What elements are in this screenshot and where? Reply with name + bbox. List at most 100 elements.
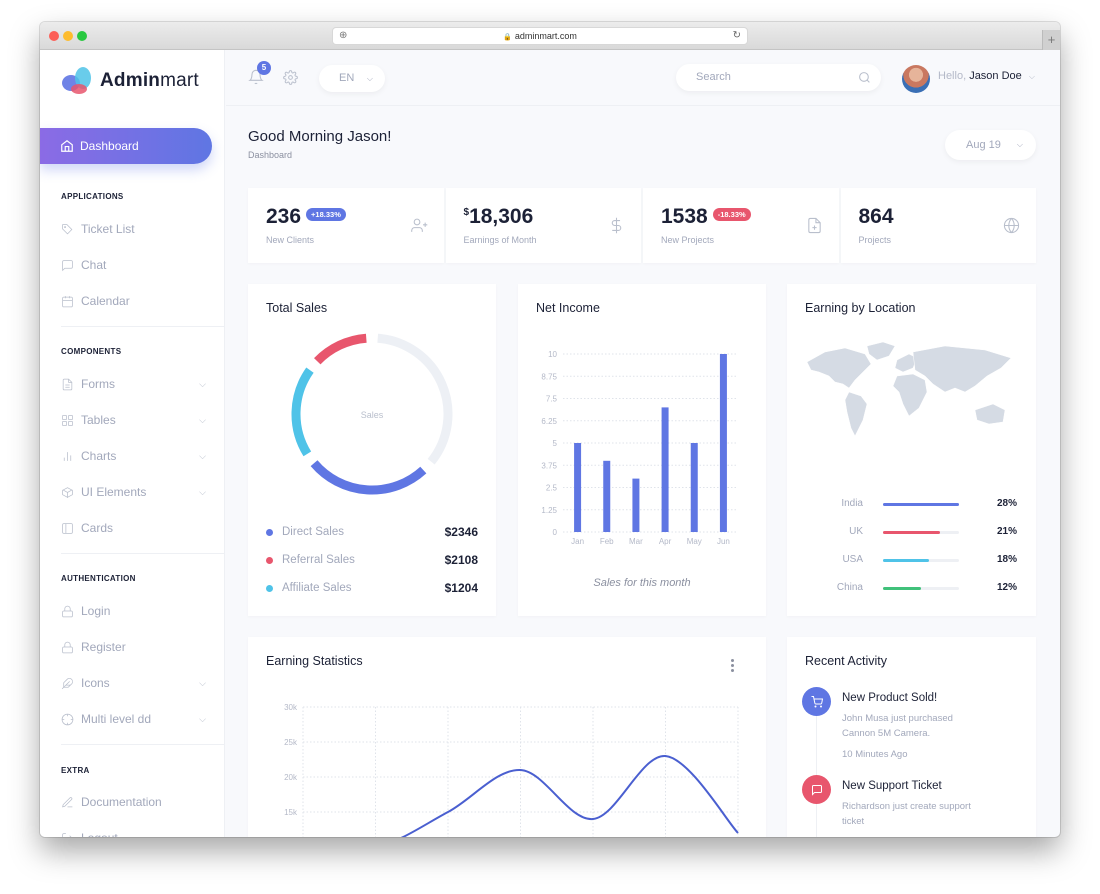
date-filter-select[interactable]: Aug 19 ⌵ [945, 130, 1036, 160]
sidebar-item-calendar[interactable]: Calendar [61, 294, 206, 308]
legend-item-affiliate-sales: Affiliate Sales $1204 [266, 581, 478, 595]
search-icon[interactable] [858, 71, 871, 84]
location-row-india: India 28% [841, 498, 1017, 509]
search-input[interactable]: Search [676, 64, 881, 91]
progress-fill [883, 503, 959, 506]
brand-logo[interactable]: Adminmart [60, 66, 199, 96]
sidebar-item-cards[interactable]: Cards [61, 521, 206, 535]
sidebar-item-forms[interactable]: Forms ⌵ [61, 377, 206, 391]
sidebar-item-charts[interactable]: Charts ⌵ [61, 449, 206, 463]
avatar[interactable] [902, 65, 930, 93]
y-tick-label: 30k [284, 703, 298, 712]
sidebar-item-login[interactable]: Login [61, 604, 206, 618]
gear-icon[interactable] [283, 70, 298, 85]
bar-jun[interactable] [719, 354, 727, 532]
x-tick-label: Jun [717, 537, 730, 546]
stat-value: 864 [858, 205, 894, 228]
close-window-button[interactable] [49, 31, 59, 41]
change-badge: -18.33% [712, 207, 751, 221]
minimize-window-button[interactable] [63, 31, 73, 41]
sidebar-item-multi-level-dd[interactable]: Multi level dd ⌵ [61, 712, 206, 726]
message-square-icon [811, 784, 822, 796]
edit-icon [62, 796, 73, 807]
activity-description: Richardson just create support ticket [842, 801, 971, 827]
chevron-down-icon: ⌵ [199, 714, 206, 724]
stat-card-new-clients: 236 +18.33% New Clients [248, 188, 444, 263]
sidebar-item-chat[interactable]: Chat [61, 258, 206, 272]
chevron-down-icon: ⌵ [199, 379, 206, 389]
sidebar-item-tables[interactable]: Tables ⌵ [61, 413, 206, 427]
stat-label: New Clients [266, 235, 315, 245]
sidebar-item-documentation[interactable]: Documentation [61, 795, 206, 809]
address-bar[interactable]: ⊕ 🔒 adminmart.com ↻ [332, 27, 748, 45]
sidebar-item-icons[interactable]: Icons ⌵ [61, 676, 206, 690]
stat-value: 1538 -18.33% [661, 205, 751, 229]
sidebar-item-label: Charts [81, 449, 117, 463]
new-tab-button[interactable]: + [1042, 30, 1060, 50]
donut-segment-remaining[interactable] [377, 333, 453, 465]
activity-icon-circle [802, 775, 831, 804]
sidebar-icon [62, 522, 73, 534]
stats-row: 236 +18.33% New Clients $18,306 Earnings … [248, 188, 1036, 263]
earning-statistics-line-chart: 10k15k20k25k30k [284, 703, 739, 837]
breadcrumb[interactable]: Dashboard [248, 150, 292, 160]
location-row-usa: USA 18% [842, 554, 1017, 565]
sidebar-item-ui-elements[interactable]: UI Elements ⌵ [61, 485, 206, 499]
sidebar-item-dashboard[interactable]: Dashboard [40, 128, 212, 164]
calendar-icon [62, 295, 73, 307]
sidebar-item-ticket-list[interactable]: Ticket List [61, 222, 206, 236]
greenland [866, 341, 896, 361]
bar-jan[interactable] [574, 443, 582, 532]
search-placeholder: Search [696, 71, 731, 83]
user-menu[interactable]: Hello, Jason Doe ⌵ [938, 70, 1035, 82]
donut-segment-affiliate-sales[interactable] [291, 367, 314, 457]
y-tick-label: 1.25 [541, 506, 557, 515]
bar-apr[interactable] [661, 407, 669, 532]
bar-feb[interactable] [603, 460, 611, 532]
sidebar-item-label: Multi level dd [81, 712, 152, 726]
north-america [806, 347, 872, 389]
sidebar-item-register[interactable]: Register [61, 640, 206, 654]
box-icon [62, 486, 73, 498]
section-components: COMPONENTS [61, 347, 122, 356]
card-title: Earning Statistics [266, 654, 363, 668]
sidebar-item-label: Forms [81, 377, 115, 391]
maximize-window-button[interactable] [77, 31, 87, 41]
reload-icon[interactable]: ↻ [733, 28, 741, 44]
user-name: Jason Doe [969, 70, 1022, 82]
divider [61, 553, 225, 554]
net-income-card: Net Income 0 1.25 2.5 3.75 5 6.25 7.5 8.75 10 Jan… [518, 284, 766, 616]
feather-icon [61, 677, 73, 689]
chevron-down-icon: ⌵ [199, 451, 206, 461]
legend-dot [266, 528, 273, 536]
sidebar-item-logout[interactable]: Logout [61, 831, 206, 837]
more-vertical-icon[interactable] [731, 659, 734, 672]
stat-card-projects: 864 Projects [840, 188, 1036, 263]
grid-icon [62, 414, 73, 426]
progress-fill [883, 531, 940, 534]
user-plus-icon [410, 218, 427, 232]
chevron-down-icon: ⌵ [1028, 72, 1035, 81]
recent-activity-card: Recent Activity New Product Sold! John M… [787, 637, 1036, 837]
bar-mar[interactable] [632, 478, 640, 532]
language-select[interactable]: EN ⌵ [319, 65, 385, 92]
sidebar-item-label: Register [81, 640, 126, 654]
sidebar-item-label: Chat [81, 258, 107, 272]
chart-caption: Sales for this month [593, 577, 691, 589]
section-applications: APPLICATIONS [61, 192, 124, 201]
total-sales-card: Total Sales Sales Direct Sales $2346 Refe… [248, 284, 496, 616]
card-title: Net Income [536, 301, 600, 315]
greeting-text: Hello, [938, 70, 967, 82]
bar-may[interactable] [690, 443, 698, 532]
earnings-series-line[interactable] [303, 754, 739, 837]
change-badge: +18.33% [306, 207, 346, 221]
world-map[interactable] [805, 340, 1019, 450]
donut-segment-referral-sales[interactable] [314, 333, 367, 365]
total-sales-donut-chart: Sales [291, 333, 453, 495]
asia [912, 345, 1012, 393]
chevron-down-icon: ⌵ [366, 74, 373, 83]
sidebar-item-label: Dashboard [80, 139, 139, 153]
net-income-bar-chart: 0 1.25 2.5 3.75 5 6.25 7.5 8.75 10 Jan Feb Mar Apr Ma… [541, 350, 738, 546]
donut-segment-direct-sales[interactable] [310, 460, 427, 495]
y-tick-label: 7.5 [546, 395, 558, 404]
